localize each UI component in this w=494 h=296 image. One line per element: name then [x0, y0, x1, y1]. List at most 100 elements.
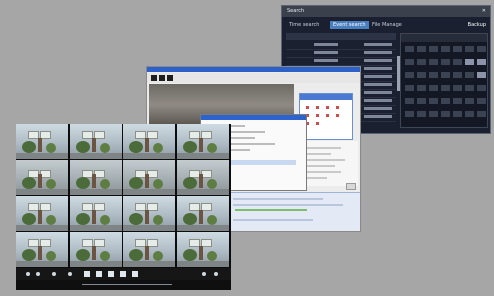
- calendar-day[interactable]: [417, 59, 426, 65]
- calendar-day[interactable]: [441, 98, 450, 104]
- calendar-day[interactable]: [465, 59, 474, 65]
- calendar-day[interactable]: [417, 46, 426, 52]
- calendar-day[interactable]: [429, 98, 438, 104]
- camera-tile[interactable]: [69, 160, 122, 195]
- calendar-day[interactable]: [429, 59, 438, 65]
- settings-dialog-titlebar[interactable]: [201, 115, 306, 120]
- calendar-day[interactable]: [441, 46, 450, 52]
- calendar-day[interactable]: [477, 98, 486, 104]
- calendar-day[interactable]: [453, 46, 462, 52]
- calendar-day[interactable]: [465, 72, 474, 78]
- playback-toolbar: [147, 73, 360, 83]
- calendar-day[interactable]: [405, 72, 414, 78]
- selection-bar[interactable]: [231, 160, 296, 165]
- playback-titlebar[interactable]: [147, 67, 360, 72]
- calendar-day[interactable]: [429, 46, 438, 52]
- calendar-day[interactable]: [441, 59, 450, 65]
- layout-custom-icon[interactable]: [132, 271, 138, 277]
- layout-4-icon[interactable]: [96, 271, 102, 277]
- calendar-day[interactable]: [441, 85, 450, 91]
- calendar-day[interactable]: [453, 59, 462, 65]
- calendar-day[interactable]: [417, 85, 426, 91]
- search-dialog-titlebar[interactable]: Search ✕: [282, 6, 490, 17]
- camera-tile[interactable]: [16, 196, 68, 231]
- calendar-day[interactable]: [405, 111, 414, 117]
- volume-icon[interactable]: [202, 272, 206, 276]
- control-bar: [16, 268, 231, 280]
- status-bar: [16, 280, 231, 290]
- camera-tile[interactable]: [176, 196, 229, 231]
- calendar-day[interactable]: [465, 111, 474, 117]
- camera-tile[interactable]: [69, 124, 122, 159]
- record-icon[interactable]: [36, 272, 40, 276]
- camera-tile[interactable]: [123, 232, 175, 267]
- camera-tile[interactable]: [123, 160, 175, 195]
- tab-time-search[interactable]: Time search: [286, 21, 322, 29]
- calendar-panel: [400, 33, 488, 128]
- progress-bar: [235, 209, 307, 211]
- date-picker-header: [300, 94, 352, 100]
- record-icon[interactable]: [26, 272, 30, 276]
- record-row[interactable]: [286, 42, 396, 50]
- camera-tile[interactable]: [176, 160, 229, 195]
- camera-tile[interactable]: [176, 124, 229, 159]
- calendar-day[interactable]: [417, 72, 426, 78]
- calendar-day[interactable]: [417, 98, 426, 104]
- calendar-day[interactable]: [477, 85, 486, 91]
- camera-tile[interactable]: [16, 232, 68, 267]
- camera-tile[interactable]: [16, 124, 68, 159]
- record-list-header: [286, 33, 396, 40]
- search-dialog-title: Search: [287, 8, 305, 14]
- calendar-day[interactable]: [477, 111, 486, 117]
- close-icon[interactable]: ✕: [482, 8, 486, 14]
- calendar-month-header[interactable]: [401, 34, 487, 42]
- layout-1-icon[interactable]: [84, 271, 90, 277]
- settings-icon[interactable]: [214, 272, 218, 276]
- calendar-day[interactable]: [405, 98, 414, 104]
- calendar-day[interactable]: [465, 85, 474, 91]
- calendar-day[interactable]: [441, 72, 450, 78]
- calendar-day[interactable]: [429, 72, 438, 78]
- date-picker-popup[interactable]: [299, 93, 353, 140]
- toolbar-button[interactable]: [159, 75, 165, 81]
- record-row[interactable]: [286, 50, 396, 58]
- record-row[interactable]: [286, 58, 396, 66]
- calendar-day[interactable]: [453, 72, 462, 78]
- camera-tile[interactable]: [176, 232, 229, 267]
- calendar-day[interactable]: [477, 59, 486, 65]
- camera-tile[interactable]: [123, 124, 175, 159]
- toolbar-button[interactable]: [167, 75, 173, 81]
- calendar-day[interactable]: [477, 46, 486, 52]
- camera-tile[interactable]: [123, 196, 175, 231]
- camera-icon[interactable]: [68, 272, 72, 276]
- calendar-day[interactable]: [405, 85, 414, 91]
- toolbar-button[interactable]: [151, 75, 157, 81]
- calendar-day[interactable]: [417, 111, 426, 117]
- calendar-day[interactable]: [405, 46, 414, 52]
- calendar-day[interactable]: [405, 59, 414, 65]
- event-panel: [229, 192, 360, 231]
- timeline-slider[interactable]: [82, 284, 172, 285]
- calendar-day[interactable]: [453, 85, 462, 91]
- calendar-day[interactable]: [465, 98, 474, 104]
- calendar-day[interactable]: [453, 98, 462, 104]
- search-tabs: Time search Event search File Manage: [286, 21, 486, 29]
- calendar-day[interactable]: [453, 111, 462, 117]
- camera-grid: [16, 124, 229, 268]
- tab-file-manage[interactable]: File Manage: [369, 21, 405, 29]
- calendar-day[interactable]: [465, 46, 474, 52]
- camera-icon[interactable]: [52, 272, 56, 276]
- camera-tile[interactable]: [69, 196, 122, 231]
- calendar-day[interactable]: [477, 72, 486, 78]
- camera-tile[interactable]: [16, 160, 68, 195]
- layout-16-icon[interactable]: [120, 271, 126, 277]
- calendar-day[interactable]: [441, 111, 450, 117]
- camera-tile[interactable]: [69, 232, 122, 267]
- calendar-day[interactable]: [429, 85, 438, 91]
- layout-9-icon[interactable]: [108, 271, 114, 277]
- live-view-window: [16, 124, 231, 290]
- tab-event-search[interactable]: Event search: [330, 21, 369, 29]
- calendar-day[interactable]: [429, 111, 438, 117]
- close-button[interactable]: [346, 183, 356, 190]
- backup-button[interactable]: Backup: [468, 21, 486, 29]
